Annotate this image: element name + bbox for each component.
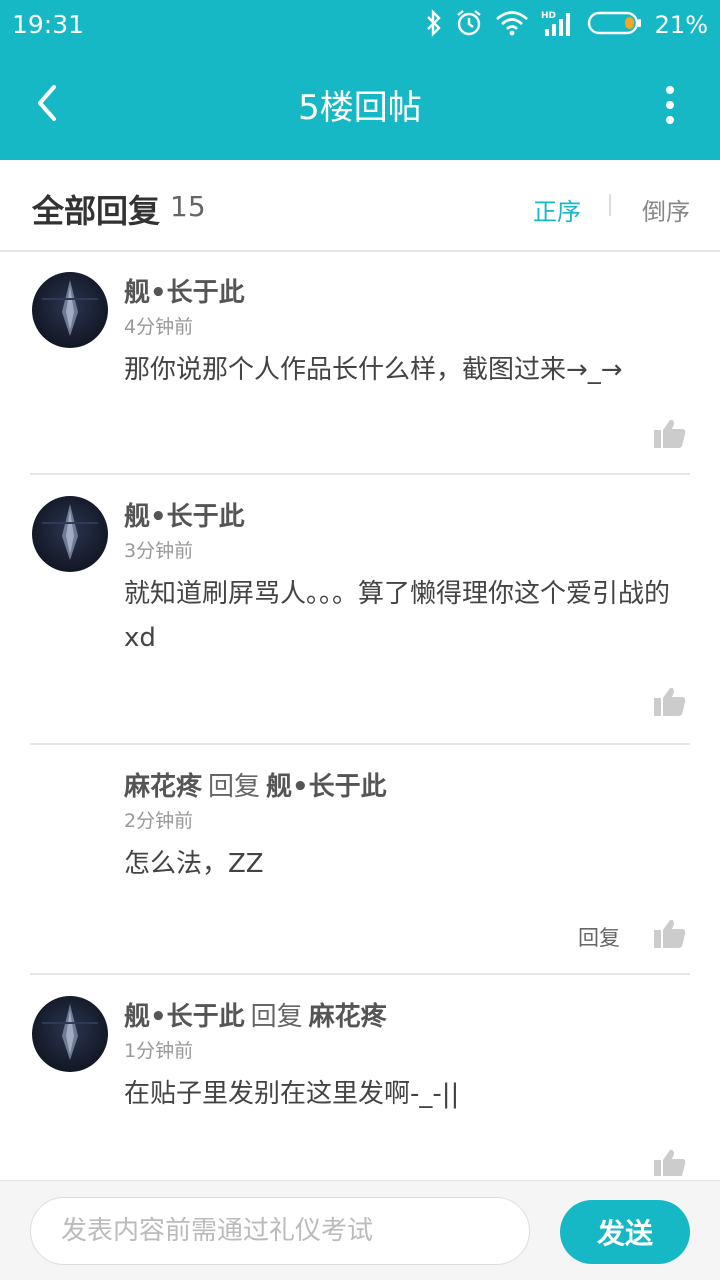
send-button[interactable]: 发送 [560,1200,690,1264]
battery-icon [587,10,643,40]
reply-content: 就知道刷屏骂人。。。算了懒得理你这个爱引战的xd [124,579,671,653]
reply-to-label: 回复 [208,772,261,802]
reply-content: 怎么法，ZZ [124,849,264,879]
reply-item[interactable]: 麻花疼 回复 舰•长于此 2分钟前 怎么法，ZZ 回复 [0,746,720,974]
author-name[interactable]: 舰•长于此 [124,1002,245,1032]
reply-count: 15 [170,190,206,223]
author-line: 麻花疼 回复 舰•长于此 [124,766,387,803]
reply-input[interactable] [30,1197,530,1265]
divider [30,473,690,475]
composer-bar: 发送 [0,1180,720,1280]
reply-to-name[interactable]: 舰•长于此 [266,772,387,802]
section-title: 全部回复 [32,192,161,230]
reply-to-label: 回复 [250,1002,303,1032]
status-bar: 19:31 HD 21% [0,0,720,50]
reply-content: 在贴子里发别在这里发啊-_-|| [124,1079,460,1109]
replies-header: 全部回复 15 正序 倒序 [0,160,720,252]
reply-content: 那你说那个人作品长什么样，截图过来→_→ [124,355,623,385]
hd-signal-icon: HD [541,9,575,41]
sort-ascending-tab[interactable]: 正序 [533,192,581,227]
like-button[interactable] [654,918,686,948]
author-line: 舰•长于此 [124,496,245,533]
author-name[interactable]: 舰•长于此 [124,502,245,532]
thumbs-up-icon [654,419,686,448]
reply-to-name[interactable]: 麻花疼 [309,1002,387,1032]
like-button[interactable] [654,1148,686,1176]
reply-item[interactable]: 舰•长于此 3分钟前 就知道刷屏骂人。。。算了懒得理你这个爱引战的xd [0,476,720,744]
thumbs-up-icon [654,687,686,716]
reply-item[interactable]: 舰•长于此 回复 麻花疼 1分钟前 在贴子里发别在这里发啊-_-|| [0,976,720,1180]
avatar[interactable] [32,496,108,572]
reply-button[interactable]: 回复 [578,922,620,952]
timestamp: 2分钟前 [124,810,194,832]
ship-avatar-image [42,280,98,336]
author-name[interactable]: 麻花疼 [124,772,202,802]
page-title: 5楼回帖 [298,88,422,128]
like-button[interactable] [654,418,686,448]
like-button[interactable] [654,686,686,716]
ship-avatar-image [42,504,98,560]
app-bar: 5楼回帖 [0,50,720,160]
ship-avatar-image [42,1004,98,1060]
battery-percent: 21% [654,11,708,39]
author-line: 舰•长于此 回复 麻花疼 [124,996,387,1033]
avatar[interactable] [32,272,108,348]
timestamp: 1分钟前 [124,1040,194,1062]
alarm-icon [455,9,483,41]
avatar[interactable] [32,996,108,1072]
sort-divider [609,194,611,216]
status-icons: HD 21% [425,8,708,42]
author-line: 舰•长于此 [124,272,245,309]
author-name[interactable]: 舰•长于此 [124,278,245,308]
svg-text:HD: HD [541,11,556,21]
more-vertical-icon [666,86,674,124]
more-button[interactable] [650,80,690,130]
bluetooth-icon [425,9,443,41]
timestamp: 3分钟前 [124,540,194,562]
divider [30,973,690,975]
wifi-icon [495,10,529,40]
status-time: 19:31 [12,10,85,39]
timestamp: 4分钟前 [124,316,194,338]
sort-descending-tab[interactable]: 倒序 [642,192,690,227]
divider [30,743,690,745]
reply-item[interactable]: 舰•长于此 4分钟前 那你说那个人作品长什么样，截图过来→_→ [0,252,720,474]
thumbs-up-icon [654,919,686,948]
thumbs-up-icon [654,1149,686,1176]
